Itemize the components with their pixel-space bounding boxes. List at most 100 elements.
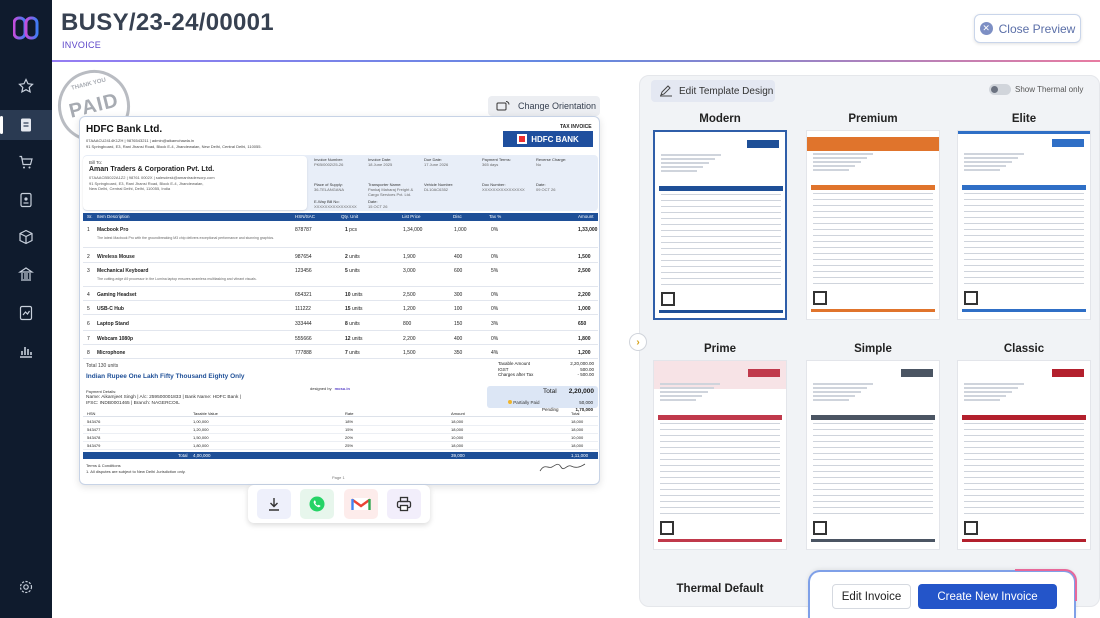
show-thermal-toggle[interactable]: Show Thermal only [989,84,1083,95]
template-thumbnail[interactable] [653,130,787,320]
tax-invoice-label: TAX INVOICE [560,124,592,130]
rotate-icon [496,101,510,111]
meta-value: 09 OCT 26 [536,187,556,192]
cart-icon [19,155,33,169]
summary-line: Charges after Tax - 500.00 [498,372,594,378]
cell-qty: 2 units [345,254,360,260]
col-sr: Sr. [87,214,93,219]
summary-list: Taxable Amount 2,20,000.00 IGST 500.00 Charg… [498,361,594,378]
terms: Terms & Conditions 1. All disputes are s… [86,463,186,475]
template-thumbnail[interactable] [806,130,940,320]
hsn-cell-amt: 10,000 [451,435,464,440]
cell-amount: 2,500 [578,268,591,274]
hsn-col: Amount [451,411,465,416]
designed-by: designed by mosu.in [310,386,350,391]
designed-by-brand: mosu.in [334,386,350,391]
nav-invoices[interactable] [0,110,52,140]
bill-to-label: Bill To: [89,160,103,165]
download-button[interactable] [256,489,291,519]
template-thumbnail[interactable] [957,130,1091,320]
cell-tax: 0% [491,227,499,233]
cell-amount: 1,200 [578,350,591,356]
cell-hsn: 123456 [295,268,312,274]
nav-favorites[interactable] [0,71,52,101]
report-icon [19,305,33,321]
edit-template-design-button[interactable]: Edit Template Design [651,80,775,102]
company-line-2: 91 Springboard, E3, Rani Jhansi Road, Bl… [86,144,262,149]
bank-icon [18,267,34,281]
cell-desc: The latest Macbook Pro with the groundbr… [97,236,275,240]
grand-label: Total [178,453,188,458]
gmail-icon [351,498,371,510]
hsn-header: HSN Taxable Value Rate Amount Total [83,411,598,417]
cell-sr: 2 [87,254,90,260]
hsn-cell-hsn: 543477 [87,427,101,432]
cell-hsn: 333444 [295,321,312,327]
hsn-cell-amt: 18,000 [451,419,464,424]
collapse-panel-button[interactable]: › [629,333,647,351]
cell-hsn: 878787 [295,227,312,233]
table-row: 3 Mechanical Keyboard 123456 3,000 600 5% 2,50… [83,265,598,287]
gmail-button[interactable] [343,489,378,519]
hsn-cell-rate: 25% [345,443,354,448]
action-bar: Edit Invoice Create New Invoice [808,569,1077,618]
meta-field: Vehicle Number: DL10AC6352 [424,182,476,192]
hsn-cell-val: 1,80,000 [193,443,209,448]
cell-tax: 3% [491,321,499,327]
cell-qty-value: 7 [345,350,348,356]
cell-qty-unit: units [349,321,360,327]
nav-purchases[interactable] [0,147,52,177]
cell-qty-unit: units [349,268,360,274]
hsn-cell-hsn: 543478 [87,435,101,440]
designed-by-label: designed by [310,386,332,391]
table-row: 1 Macbook Pro 878787 1,34,000 1,000 0% 1,33,00… [83,224,598,248]
close-icon: ✕ [979,22,993,35]
cell-item: Laptop Stand [97,321,129,327]
col-disc: Disc [453,214,462,219]
whatsapp-button[interactable] [300,489,335,519]
meta-value: 18 June 2025 [368,162,393,167]
toggle-switch[interactable] [989,84,1011,95]
meta-field: Doc Number: XXXXXXXXXXXXXXXX [482,182,534,192]
cell-tax: 0% [491,254,499,260]
nav-settings[interactable] [0,572,52,602]
hsn-cell-amt: 18,000 [451,443,464,448]
col-amount: Amount [578,214,594,219]
meta-field: Payment Terms: 365 days [482,157,534,167]
template-thumbnail[interactable] [806,360,940,550]
summary-key: Charges after Tax [498,372,534,378]
edit-invoice-button[interactable]: Edit Invoice [832,584,911,609]
page-title: BUSY/23-24/00001 [61,9,274,36]
nav-banking[interactable] [0,259,52,289]
template-thumbnail[interactable] [653,360,787,550]
change-orientation-label: Change Orientation [518,101,597,111]
cell-qty-value: 12 [345,336,351,342]
col-item: Item Description [97,214,130,219]
nav-analytics[interactable] [0,336,52,366]
hsn-cell-hsn: 543476 [87,419,101,424]
change-orientation-button[interactable]: Change Orientation [488,96,600,116]
cell-amount: 1,33,000 [578,227,598,233]
meta-value: Pankaj Maharaj Freight & Cargo Services … [368,187,414,197]
grand-total: 1,11,000 [571,453,589,458]
nav-ledger[interactable] [0,185,52,215]
table-row: 8 Microphone 777888 1,500 350 4% 1,200 7 units [83,347,598,359]
chart-icon [20,347,32,358]
cell-desc: The cutting-edge A9 processor in the Lum… [97,277,257,281]
pen-icon [660,85,672,97]
stamp-thank-you: THANK YOU [70,77,107,92]
cell-price: 1,200 [403,306,416,312]
close-preview-button[interactable]: ✕ Close Preview [974,14,1081,43]
left-rail [0,0,52,618]
amount-in-words: Indian Rupee One Lakh Fifty Thousand Eig… [86,373,245,380]
terms-line-1: 1. All disputes are subject to New Delhi… [86,469,186,474]
print-button[interactable] [387,489,422,519]
create-new-invoice-button[interactable]: Create New Invoice [918,584,1057,609]
app-logo[interactable] [13,16,39,40]
cell-amount: 1,500 [578,254,591,260]
template-thumbnail[interactable] [957,360,1091,550]
cell-disc: 100 [454,306,463,312]
nav-inventory[interactable] [0,222,52,252]
hsn-cell-rate: 15% [345,427,354,432]
nav-reports[interactable] [0,298,52,328]
